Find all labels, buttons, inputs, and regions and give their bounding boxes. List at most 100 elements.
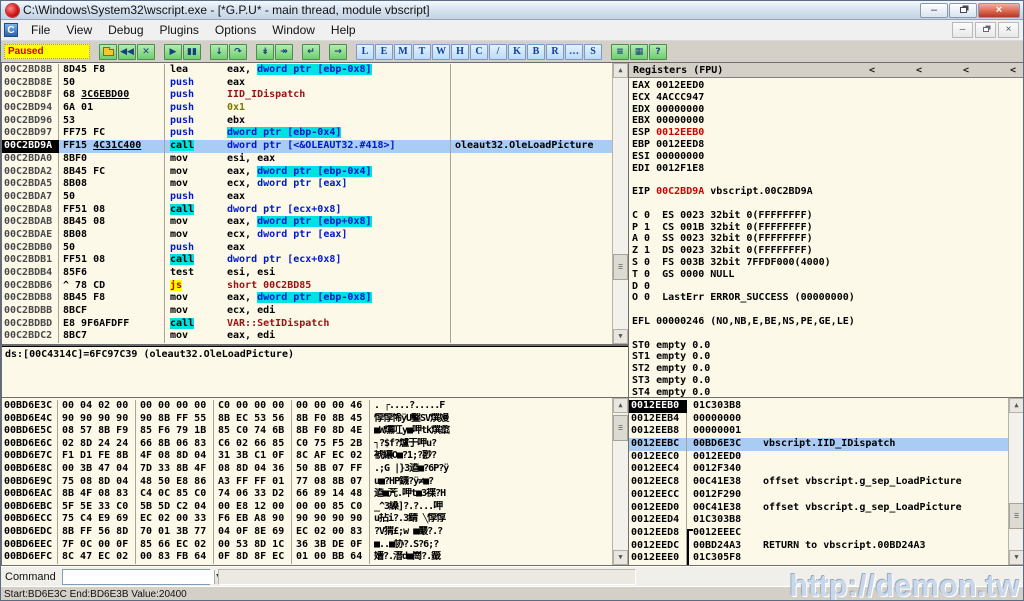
register-line[interactable]: A 0 SS 0023 32bit 0(FFFFFFFF)	[632, 233, 1024, 245]
dump-row[interactable]: 00BD6EDC8B FF 56 8D70 01 3B 7704 0F 8E 6…	[2, 526, 612, 539]
stack-row[interactable]: 0012EEC00012EED0	[629, 451, 1008, 464]
register-line[interactable]: ST2 empty 0.0	[632, 363, 1024, 375]
disasm-row[interactable]: 00C2BDA58B08movecx, dword ptr [eax]	[2, 178, 612, 191]
collapse-button[interactable]: <	[865, 65, 879, 76]
dump-row[interactable]: 00BD6ECC75 C4 E9 69EC 02 00 33F6 EB A8 9…	[2, 513, 612, 526]
close-button[interactable]: ×	[978, 3, 1020, 18]
stack-pane[interactable]: 0012EEB001C303B80012EEB4000000000012EEB8…	[629, 398, 1024, 565]
menu-plugins[interactable]: Plugins	[152, 21, 207, 39]
references-window-button[interactable]: R	[546, 44, 564, 60]
execute-till-return-button[interactable]: ↵	[302, 44, 320, 60]
disasm-row[interactable]: 00C2BDB050pusheax	[2, 242, 612, 255]
patches-window-button[interactable]: /	[489, 44, 507, 60]
disasm-row[interactable]: 00C2BD946A 01push0x1	[2, 102, 612, 115]
dump-row[interactable]: 00BD6E4C90 90 90 9090 8B FF 558B EC 53 5…	[2, 413, 612, 426]
register-line[interactable]: ST4 empty 0.0	[632, 387, 1024, 397]
command-combobox[interactable]: ▼	[62, 569, 210, 585]
menu-view[interactable]: View	[58, 21, 100, 39]
collapse-button[interactable]: <	[1006, 65, 1020, 76]
step-into-button[interactable]: ↓	[210, 44, 228, 60]
register-line[interactable]: P 1 CS 001B 32bit 0(FFFFFFFF)	[632, 222, 1024, 234]
disasm-row[interactable]: 00C2BDBB8BCFmovecx, edi	[2, 305, 612, 318]
menu-help[interactable]: Help	[323, 21, 364, 39]
go-to-address-button[interactable]: →	[329, 44, 347, 60]
stack-row[interactable]: 0012EED401C303B8	[629, 514, 1008, 527]
register-line[interactable]: EAX 0012EED0	[632, 80, 1024, 92]
options-list-button[interactable]: ≡	[611, 44, 629, 60]
stack-scrollbar[interactable]: ▲ ≡ ▼	[1008, 398, 1024, 565]
scroll-thumb[interactable]: ≡	[613, 415, 628, 441]
step-over-button[interactable]: ↷	[229, 44, 247, 60]
register-line[interactable]	[632, 304, 1024, 316]
disasm-row[interactable]: 00C2BDBDE8 9F6AFDFFcallVAR::SetIDispatch	[2, 318, 612, 331]
dump-row[interactable]: 00BD6E9C75 08 8D 0448 50 E8 86A3 FF FF 0…	[2, 476, 612, 489]
stack-row[interactable]: 0012EEB400000000	[629, 413, 1008, 426]
memory-window-button[interactable]: M	[394, 44, 412, 60]
stack-row[interactable]: 0012EEDC00BD24A3RETURN to vbscript.00BD2…	[629, 540, 1008, 553]
animate-over-button[interactable]: ↠	[275, 44, 293, 60]
collapse-button[interactable]: <	[912, 65, 926, 76]
menu-window[interactable]: Window	[264, 21, 323, 39]
disasm-row[interactable]: 00C2BDA08BF0movesi, eax	[2, 153, 612, 166]
registers-pane[interactable]: Registers (FPU) <<<< EAX 0012EED0ECX 4AC…	[629, 63, 1024, 397]
stack-row[interactable]: 0012EED000C41E38offset vbscript.g_sep_Lo…	[629, 502, 1008, 515]
dump-row[interactable]: 00BD6EFC8C 47 EC 0200 83 FB 640F 8D 8F E…	[2, 551, 612, 564]
scroll-down-arrow[interactable]: ▼	[613, 550, 628, 565]
close-process-button[interactable]: ✕	[137, 44, 155, 60]
open-file-button[interactable]	[99, 44, 117, 60]
disasm-row[interactable]: 00C2BD9AFF15 4C31C400calldword ptr [<&OL…	[2, 140, 612, 153]
disassembly-scrollbar[interactable]: ▲ ≡ ▼	[612, 63, 628, 344]
dump-scrollbar[interactable]: ▲ ≡ ▼	[612, 398, 628, 565]
mdi-restore-button[interactable]	[975, 22, 996, 38]
call-stack-button[interactable]: K	[508, 44, 526, 60]
dump-row[interactable]: 00BD6EAC8B 4F 08 83C4 0C 85 C074 06 33 D…	[2, 488, 612, 501]
disasm-row[interactable]: 00C2BDC28BC7moveax, edi	[2, 330, 612, 343]
disasm-row[interactable]: 00C2BD8F68 3C6EBD00pushIID_IDispatch	[2, 89, 612, 102]
run-button[interactable]: ▶	[164, 44, 182, 60]
stack-row[interactable]: 0012EED80012EEEC	[629, 527, 1008, 540]
stack-row[interactable]: 0012EEB001C303B8	[629, 400, 1008, 413]
register-line[interactable]: ESI 00000000	[632, 151, 1024, 163]
disasm-row[interactable]: 00C2BDB88B45 F8moveax, dword ptr [ebp-0x…	[2, 292, 612, 305]
stack-row[interactable]: 0012EECC0012F290	[629, 489, 1008, 502]
disasm-row[interactable]: 00C2BDAE8B08movecx, dword ptr [eax]	[2, 229, 612, 242]
stack-row[interactable]: 0012EEE001C305F8	[629, 552, 1008, 565]
register-line[interactable]: EBX 00000000	[632, 115, 1024, 127]
threads-window-button[interactable]: T	[413, 44, 431, 60]
dump-pane[interactable]: 00BD6E3C00 04 02 0000 00 00 00C0 00 00 0…	[2, 398, 628, 565]
appearance-button[interactable]: ▦	[630, 44, 648, 60]
register-line[interactable]: EIP 00C2BD9A vbscript.00C2BD9A	[632, 186, 1024, 198]
menu-file[interactable]: File	[23, 21, 58, 39]
menu-debug[interactable]: Debug	[100, 21, 151, 39]
scroll-down-arrow[interactable]: ▼	[613, 329, 628, 344]
register-line[interactable]: ST0 empty 0.0	[632, 340, 1024, 352]
register-line[interactable]: C 0 ES 0023 32bit 0(FFFFFFFF)	[632, 210, 1024, 222]
stack-row[interactable]: 0012EEC800C41E38offset vbscript.g_sep_Lo…	[629, 476, 1008, 489]
dump-row[interactable]: 00BD6E7CF1 D1 FE 8B4F 08 8D 0431 3B C1 0…	[2, 450, 612, 463]
register-line[interactable]	[632, 198, 1024, 210]
run-trace-button[interactable]: …	[565, 44, 583, 60]
scroll-thumb[interactable]: ≡	[613, 254, 628, 280]
dump-row[interactable]: 00BD6E8C00 3B 47 047D 33 8B 4F08 8D 04 3…	[2, 463, 612, 476]
scroll-up-arrow[interactable]: ▲	[1009, 398, 1024, 413]
mdi-minimize-button[interactable]: –	[952, 22, 973, 38]
disasm-row[interactable]: 00C2BDA28B45 FCmoveax, dword ptr [ebp-0x…	[2, 166, 612, 179]
scroll-down-arrow[interactable]: ▼	[1009, 550, 1024, 565]
disasm-row[interactable]: 00C2BDB485F6testesi, esi	[2, 267, 612, 280]
stack-row[interactable]: 0012EEC40012F340	[629, 463, 1008, 476]
dump-row[interactable]: 00BD6EBC5F 5E 33 C05B 5D C2 0400 E8 12 0…	[2, 501, 612, 514]
register-line[interactable]: T 0 GS 0000 NULL	[632, 269, 1024, 281]
stack-row[interactable]: 0012EEB800000001	[629, 425, 1008, 438]
restart-button[interactable]: ◀◀	[118, 44, 136, 60]
scroll-up-arrow[interactable]: ▲	[613, 398, 628, 413]
disasm-row[interactable]: 00C2BD97FF75 FCpushdword ptr [ebp-0x4]	[2, 127, 612, 140]
handles-window-button[interactable]: H	[451, 44, 469, 60]
restore-button[interactable]	[949, 3, 977, 18]
register-line[interactable]: ESP 0012EEB0	[632, 127, 1024, 139]
source-window-button[interactable]: S	[584, 44, 602, 60]
cpu-window-button[interactable]: C	[470, 44, 488, 60]
minimize-button[interactable]: –	[920, 3, 948, 18]
register-line[interactable]: EBP 0012EED8	[632, 139, 1024, 151]
dump-row[interactable]: 00BD6E3C00 04 02 0000 00 00 00C0 00 00 0…	[2, 400, 612, 413]
register-line[interactable]: ECX 4ACCC947	[632, 92, 1024, 104]
